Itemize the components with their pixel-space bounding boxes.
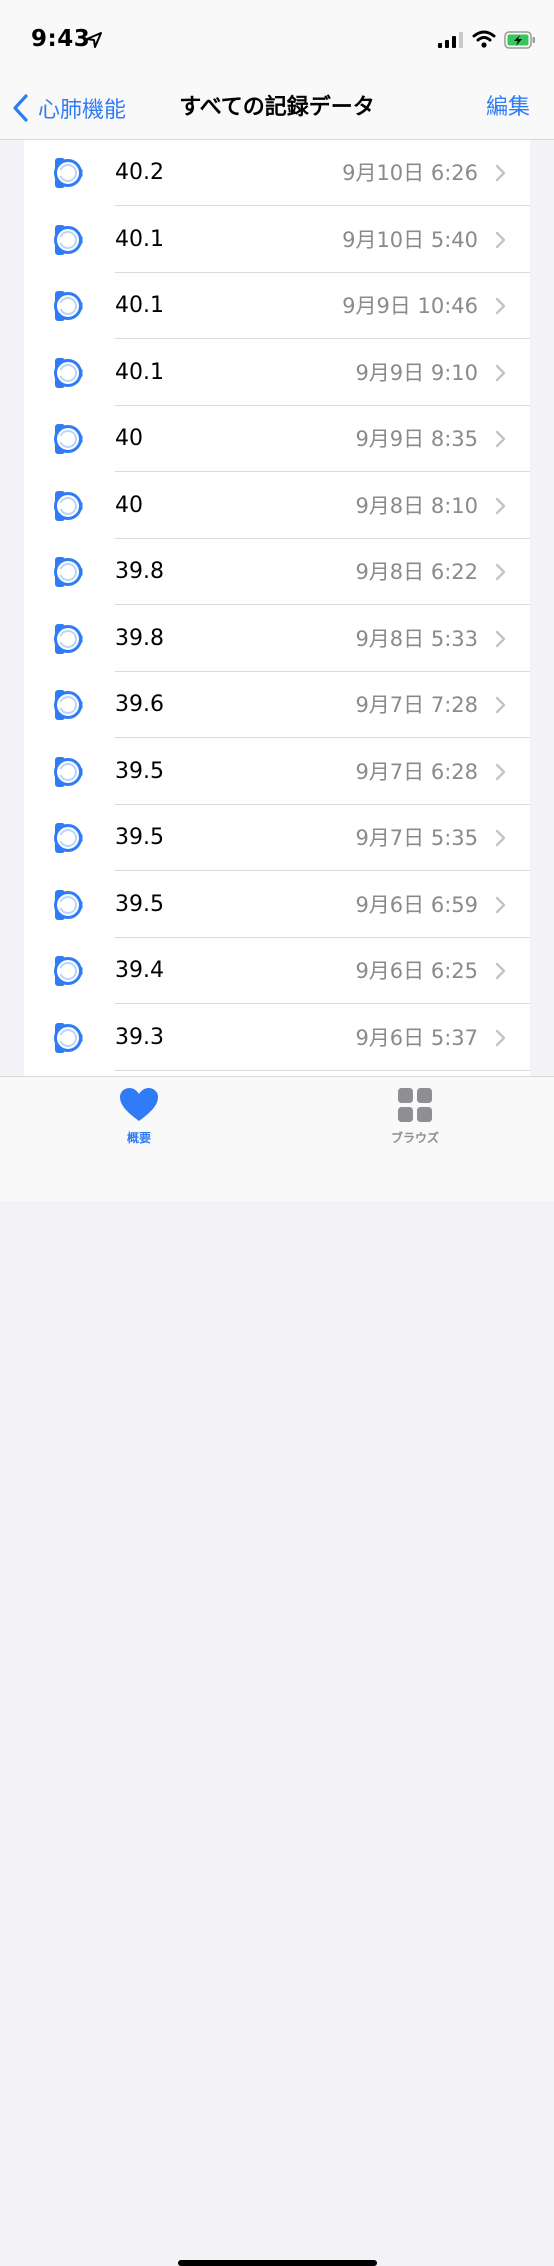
record-value: 39.5 bbox=[115, 758, 164, 784]
record-date: 9月8日 6:22 bbox=[355, 560, 478, 584]
record-row[interactable]: 40 9月8日 8:10 bbox=[24, 473, 530, 539]
chevron-right-icon bbox=[495, 696, 506, 714]
record-date: 9月6日 6:25 bbox=[355, 959, 478, 983]
apple-watch-icon bbox=[54, 424, 83, 454]
record-date: 9月8日 8:10 bbox=[355, 493, 478, 518]
record-value: 39.8 bbox=[115, 625, 164, 651]
record-value: 39.6 bbox=[115, 692, 164, 717]
apple-watch-icon bbox=[54, 158, 83, 188]
location-arrow-icon bbox=[86, 32, 102, 48]
record-value: 39.3 bbox=[115, 1024, 164, 1050]
home-indicator bbox=[178, 2260, 377, 2266]
apple-watch-icon bbox=[54, 756, 83, 787]
record-value: 40.1 bbox=[115, 226, 164, 252]
chevron-left-icon bbox=[13, 94, 28, 122]
wifi-icon bbox=[472, 30, 496, 48]
apple-watch-icon bbox=[54, 823, 83, 853]
chevron-right-icon bbox=[495, 630, 506, 647]
record-date: 9月10日 5:40 bbox=[342, 227, 478, 252]
apple-watch-icon bbox=[54, 357, 83, 388]
apple-watch-icon bbox=[54, 291, 83, 321]
status-bar: 9:43 bbox=[0, 0, 554, 80]
chevron-right-icon bbox=[495, 297, 506, 315]
chevron-right-icon bbox=[495, 430, 506, 448]
tab-browse[interactable]: ブラウズ bbox=[355, 1087, 475, 1146]
apple-watch-icon bbox=[54, 623, 83, 654]
record-date: 9月6日 5:37 bbox=[355, 1025, 478, 1050]
record-value: 40.1 bbox=[115, 293, 164, 318]
record-date: 9月9日 9:10 bbox=[355, 360, 478, 385]
chevron-right-icon bbox=[495, 164, 506, 182]
record-row[interactable]: 39.4 9月6日 6:25 bbox=[24, 938, 530, 1004]
record-date: 9月7日 7:28 bbox=[355, 693, 478, 717]
record-row[interactable]: 40 9月9日 8:35 bbox=[24, 406, 530, 472]
record-row[interactable]: 40.1 9月9日 9:10 bbox=[24, 340, 530, 406]
tab-summary-label: 概要 bbox=[126, 1131, 151, 1145]
record-value: 39.4 bbox=[115, 958, 164, 983]
back-button[interactable]: 心肺機能 bbox=[10, 88, 126, 128]
record-row[interactable]: 40.1 9月10日 5:40 bbox=[24, 207, 530, 273]
grid-icon bbox=[398, 1088, 432, 1122]
record-value: 39.5 bbox=[115, 891, 164, 917]
chevron-right-icon bbox=[495, 896, 506, 913]
apple-watch-icon bbox=[54, 490, 83, 521]
record-value: 40.1 bbox=[115, 359, 164, 385]
apple-watch-icon bbox=[54, 956, 83, 986]
chevron-right-icon bbox=[495, 563, 506, 581]
apple-watch-icon bbox=[54, 557, 83, 587]
apple-watch-icon bbox=[54, 690, 83, 720]
record-row[interactable]: 39.8 9月8日 6:22 bbox=[24, 539, 530, 605]
record-row[interactable]: 40.2 9月10日 6:26 bbox=[24, 140, 530, 206]
record-row[interactable]: 39.8 9月8日 5:33 bbox=[24, 606, 530, 672]
back-button-label: 心肺機能 bbox=[38, 98, 127, 123]
tab-summary[interactable]: 概要 bbox=[79, 1087, 199, 1146]
record-row[interactable]: 39.3 9月6日 5:37 bbox=[24, 1005, 530, 1071]
heart-icon bbox=[120, 1088, 158, 1121]
record-value: 40 bbox=[115, 426, 143, 451]
apple-watch-icon bbox=[54, 889, 83, 920]
chevron-right-icon bbox=[495, 1029, 506, 1046]
records-list: 40.2 9月10日 6:26 40.1 9月10日 5:40 40.1 9月9日 10:… bbox=[24, 140, 530, 1076]
record-date: 9月7日 6:28 bbox=[355, 759, 478, 784]
record-date: 9月6日 6:59 bbox=[355, 892, 478, 917]
tab-browse-label: ブラウズ bbox=[390, 1131, 439, 1145]
tab-bar: 概要 ブラウズ bbox=[0, 1076, 554, 2266]
record-value: 39.8 bbox=[115, 559, 164, 584]
navigation-bar: 心肺機能 すべての記録データ 編集 bbox=[0, 80, 554, 140]
record-row[interactable]: 39.5 9月7日 5:35 bbox=[24, 805, 530, 871]
record-date: 9月7日 5:35 bbox=[355, 826, 478, 850]
record-value: 39.5 bbox=[115, 825, 164, 850]
record-date: 9月9日 8:35 bbox=[355, 427, 478, 451]
chevron-right-icon bbox=[495, 497, 506, 514]
chevron-right-icon bbox=[495, 231, 506, 248]
chevron-right-icon bbox=[495, 763, 506, 780]
edit-button[interactable]: 編集 bbox=[486, 88, 530, 128]
record-date: 9月10日 6:26 bbox=[342, 161, 478, 185]
record-row[interactable]: 39.5 9月7日 6:28 bbox=[24, 739, 530, 805]
chevron-right-icon bbox=[495, 829, 506, 847]
record-value: 40.2 bbox=[115, 160, 164, 185]
cellular-signal-icon bbox=[438, 32, 463, 48]
record-row[interactable]: 39.5 9月6日 6:59 bbox=[24, 872, 530, 938]
record-value: 40 bbox=[115, 492, 143, 518]
chevron-right-icon bbox=[495, 962, 506, 980]
record-row[interactable]: 40.1 9月9日 10:46 bbox=[24, 273, 530, 339]
chevron-right-icon bbox=[495, 364, 506, 381]
record-row[interactable]: 39.6 9月7日 7:28 bbox=[24, 672, 530, 738]
apple-watch-icon bbox=[54, 224, 83, 255]
row-divider bbox=[115, 1069, 530, 1071]
status-time: 9:43 bbox=[31, 26, 91, 52]
record-date: 9月9日 10:46 bbox=[342, 294, 478, 318]
record-date: 9月8日 5:33 bbox=[355, 626, 478, 651]
apple-watch-icon bbox=[54, 1022, 83, 1053]
battery-charging-icon bbox=[504, 31, 535, 49]
